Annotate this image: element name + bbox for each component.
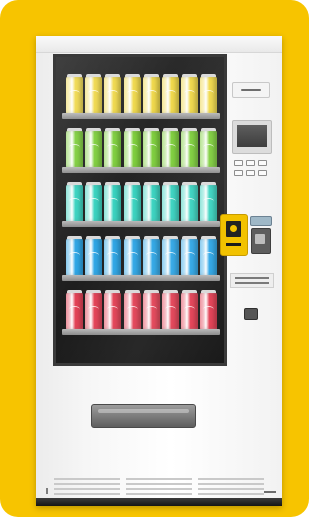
soda-can — [85, 290, 103, 330]
soda-can — [85, 182, 103, 222]
machine-top-trim — [36, 36, 282, 53]
shelf-row — [62, 287, 220, 335]
soda-can — [66, 74, 83, 114]
soda-can — [142, 236, 160, 276]
soda-can — [162, 182, 179, 222]
ventilation-grille — [54, 476, 264, 496]
shelf-plate — [62, 329, 220, 335]
soda-can — [104, 182, 122, 222]
keypad-key[interactable] — [246, 170, 255, 176]
shelf-row — [62, 125, 220, 173]
soda-can — [162, 290, 179, 330]
vending-machine — [36, 36, 282, 506]
card-slot[interactable] — [232, 82, 270, 98]
keypad-key[interactable] — [234, 160, 243, 166]
keypad — [233, 158, 269, 184]
soda-can — [142, 182, 160, 222]
soda-can — [181, 290, 199, 330]
product-pickup-door[interactable] — [91, 404, 196, 428]
soda-can — [123, 290, 141, 330]
bill-acceptor-body — [251, 228, 271, 254]
instruction-label-plate — [230, 273, 274, 288]
control-screen[interactable] — [237, 125, 267, 147]
card-reader-slot[interactable] — [226, 243, 241, 246]
soda-can — [162, 236, 179, 276]
brand-mark — [46, 488, 54, 494]
coin-return-button[interactable] — [244, 308, 258, 320]
shelf-row — [62, 233, 220, 281]
soda-can — [104, 74, 122, 114]
soda-can — [85, 128, 103, 168]
soda-can — [123, 74, 141, 114]
shelf-row — [62, 71, 220, 119]
shelf-plate — [62, 113, 220, 119]
shelf-plate — [62, 275, 220, 281]
soda-can — [200, 290, 218, 330]
soda-can — [162, 74, 179, 114]
soda-can — [85, 74, 103, 114]
soda-can — [104, 236, 122, 276]
soda-can — [181, 128, 199, 168]
product-display-window — [53, 54, 227, 366]
soda-can — [85, 236, 103, 276]
soda-can — [66, 182, 83, 222]
keypad-key[interactable] — [258, 170, 267, 176]
soda-can — [123, 182, 141, 222]
soda-can — [162, 128, 179, 168]
machine-base — [36, 498, 282, 506]
brand-plate — [264, 491, 276, 493]
soda-can — [104, 128, 122, 168]
shelf-row — [62, 179, 220, 227]
keypad-key[interactable] — [258, 160, 267, 166]
soda-can — [181, 182, 199, 222]
soda-can — [200, 236, 218, 276]
soda-can — [66, 236, 83, 276]
contactless-icon — [230, 225, 237, 232]
soda-can — [200, 182, 218, 222]
keypad-key[interactable] — [246, 160, 255, 166]
soda-can — [181, 74, 199, 114]
soda-can — [104, 290, 122, 330]
soda-can — [142, 74, 160, 114]
keypad-key[interactable] — [234, 170, 243, 176]
card-reader-terminal[interactable] — [220, 214, 248, 256]
soda-can — [200, 128, 218, 168]
bill-acceptor-bezel — [250, 216, 272, 226]
soda-can — [66, 128, 83, 168]
soda-can — [66, 290, 83, 330]
soda-can — [123, 128, 141, 168]
soda-can — [142, 290, 160, 330]
shelf-plate — [62, 221, 220, 227]
soda-can — [123, 236, 141, 276]
shelf-plate — [62, 167, 220, 173]
control-screen-bezel — [232, 120, 272, 154]
soda-can — [200, 74, 218, 114]
bill-acceptor[interactable] — [250, 216, 272, 254]
soda-can — [181, 236, 199, 276]
soda-can — [142, 128, 160, 168]
